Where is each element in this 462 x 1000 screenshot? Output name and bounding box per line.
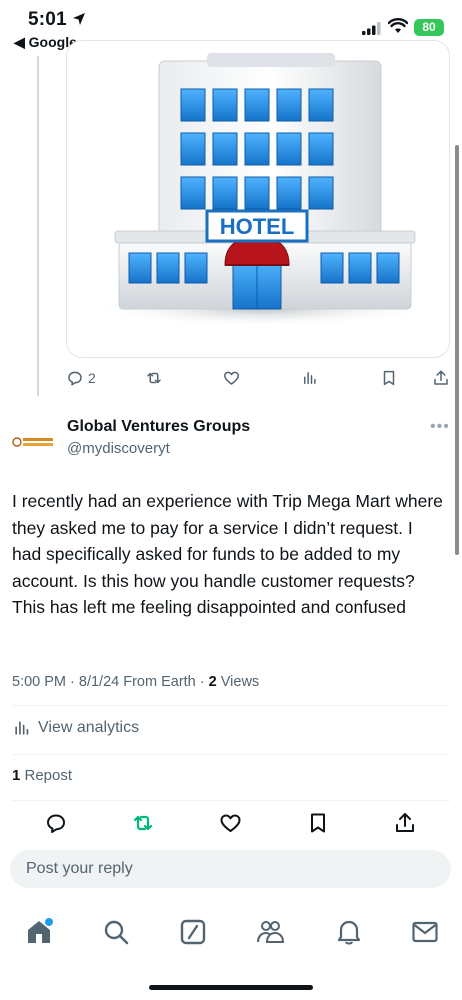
hotel-sign-text: HOTEL	[220, 214, 295, 239]
author-name[interactable]: Global Ventures Groups	[67, 418, 250, 436]
share-button[interactable]	[393, 811, 417, 835]
grok-icon	[180, 919, 206, 945]
notifications-icon	[337, 920, 361, 945]
analytics-icon	[15, 721, 29, 735]
views-label: Views	[216, 674, 260, 690]
status-time: 5:01	[28, 9, 67, 30]
bookmark-icon	[383, 370, 395, 386]
reply-button[interactable]	[44, 811, 68, 835]
reply-input[interactable]	[10, 850, 451, 888]
communities-icon	[257, 921, 285, 943]
home-icon	[28, 918, 53, 943]
view-analytics-label: View analytics	[38, 719, 140, 736]
cellular-signal-icon	[362, 22, 381, 35]
views-action[interactable]	[301, 369, 319, 387]
tab-notifications[interactable]	[329, 912, 369, 952]
like-action[interactable]	[222, 369, 241, 387]
like-button[interactable]	[218, 811, 243, 835]
author-handle[interactable]: @mydiscoveryt	[67, 440, 170, 457]
divider	[12, 754, 450, 755]
repost-summary[interactable]: 1 Repost	[12, 767, 72, 784]
repost-button[interactable]	[130, 811, 156, 835]
bookmark-action[interactable]	[380, 369, 398, 387]
share-icon	[434, 370, 448, 385]
tweet-media-card[interactable]: HOTEL	[66, 40, 450, 358]
divider	[12, 705, 450, 706]
repost-action[interactable]	[144, 369, 164, 387]
heart-icon	[220, 814, 241, 832]
reply-count: 2	[88, 370, 96, 386]
tab-grok[interactable]	[173, 912, 213, 952]
home-indicator[interactable]	[149, 985, 313, 990]
tweet-metadata: 5:00 PM · 8/1/24 From Earth · 2 Views	[12, 674, 259, 690]
thread-connector-line	[37, 56, 39, 396]
bookmark-button[interactable]	[306, 811, 330, 835]
share-icon	[396, 813, 414, 832]
repost-label: Repost	[20, 767, 73, 784]
reply-composer[interactable]	[10, 850, 451, 888]
views-count: 2	[208, 674, 217, 690]
more-options-icon[interactable]: •••	[430, 418, 450, 436]
reply-icon	[47, 814, 65, 833]
repost-icon	[147, 372, 161, 384]
tweet-text: I recently had an experience with Trip M…	[12, 491, 443, 617]
search-icon	[104, 920, 129, 945]
reply-icon	[68, 371, 82, 386]
location-arrow-icon	[73, 13, 85, 25]
hotel-building-image: HOTEL	[97, 53, 427, 327]
company-logo-icon	[12, 437, 53, 447]
repost-icon	[133, 815, 153, 831]
view-analytics-link[interactable]: View analytics	[12, 718, 139, 738]
analytics-icon	[304, 372, 316, 384]
battery-indicator: 80	[414, 19, 444, 36]
tab-search[interactable]	[96, 912, 136, 952]
reply-action[interactable]: 2	[66, 369, 96, 387]
avatar[interactable]	[12, 420, 56, 464]
tab-home[interactable]	[19, 912, 59, 952]
share-action[interactable]	[432, 369, 450, 387]
divider	[12, 800, 450, 801]
tweet-timestamp[interactable]: 5:00 PM · 8/1/24 From Earth ·	[12, 674, 209, 690]
scrollbar[interactable]	[455, 145, 459, 555]
wifi-icon	[388, 18, 408, 33]
tab-messages[interactable]	[405, 912, 445, 952]
bookmark-icon	[311, 813, 325, 833]
tab-communities[interactable]	[250, 912, 290, 952]
messages-icon	[412, 921, 438, 943]
heart-icon	[224, 371, 239, 385]
